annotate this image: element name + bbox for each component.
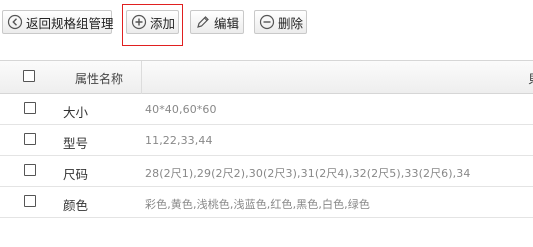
column-divider [141,61,142,94]
edit-button-label: 编辑 [214,15,240,31]
row-attribute-name: 大小 [63,105,89,120]
row-attribute-values: 彩色,黄色,浅桃色,浅蓝色,红色,黑色,白色,绿色 [145,198,370,211]
table-row[interactable]: 型号 11,22,33,44 [0,125,533,156]
row-checkbox[interactable] [24,195,36,207]
minus-circle-icon [259,14,275,30]
pencil-icon [197,16,209,28]
row-attribute-values: 28(2尺1),29(2尺2),30(2尺3),31(2尺4),32(2尺5),… [145,167,471,180]
table-row[interactable]: 颜色 彩色,黄色,浅桃色,浅蓝色,红色,黑色,白色,绿色 [0,187,533,218]
delete-button-label: 删除 [278,15,304,31]
column-header-attribute-name: 属性名称 [75,72,124,86]
table-row[interactable]: 大小 40*40,60*60 [0,94,533,125]
row-checkbox[interactable] [24,102,36,114]
back-button-label: 返回规格组管理 [26,15,114,31]
toolbar: 返回规格组管理 添加 编辑 删除 [0,0,533,46]
row-checkbox[interactable] [24,164,36,176]
row-attribute-name: 颜色 [63,198,89,213]
back-to-spec-group-button[interactable]: 返回规格组管理 [2,10,114,34]
edit-button[interactable]: 编辑 [190,10,244,34]
select-all-checkbox[interactable] [23,70,35,82]
row-checkbox[interactable] [24,133,36,145]
table-header: 属性名称 貝 [0,60,533,94]
add-button-highlight [122,4,183,46]
row-attribute-values: 40*40,60*60 [145,103,217,116]
row-attribute-name: 型号 [63,136,89,151]
back-arrow-icon [7,14,23,30]
table-row[interactable]: 尺码 28(2尺1),29(2尺2),30(2尺3),31(2尺4),32(2尺… [0,156,533,187]
row-attribute-values: 11,22,33,44 [145,134,213,147]
row-attribute-name: 尺码 [63,167,89,182]
column-header-values-cut: 貝 [528,70,533,87]
delete-button[interactable]: 删除 [254,10,307,34]
